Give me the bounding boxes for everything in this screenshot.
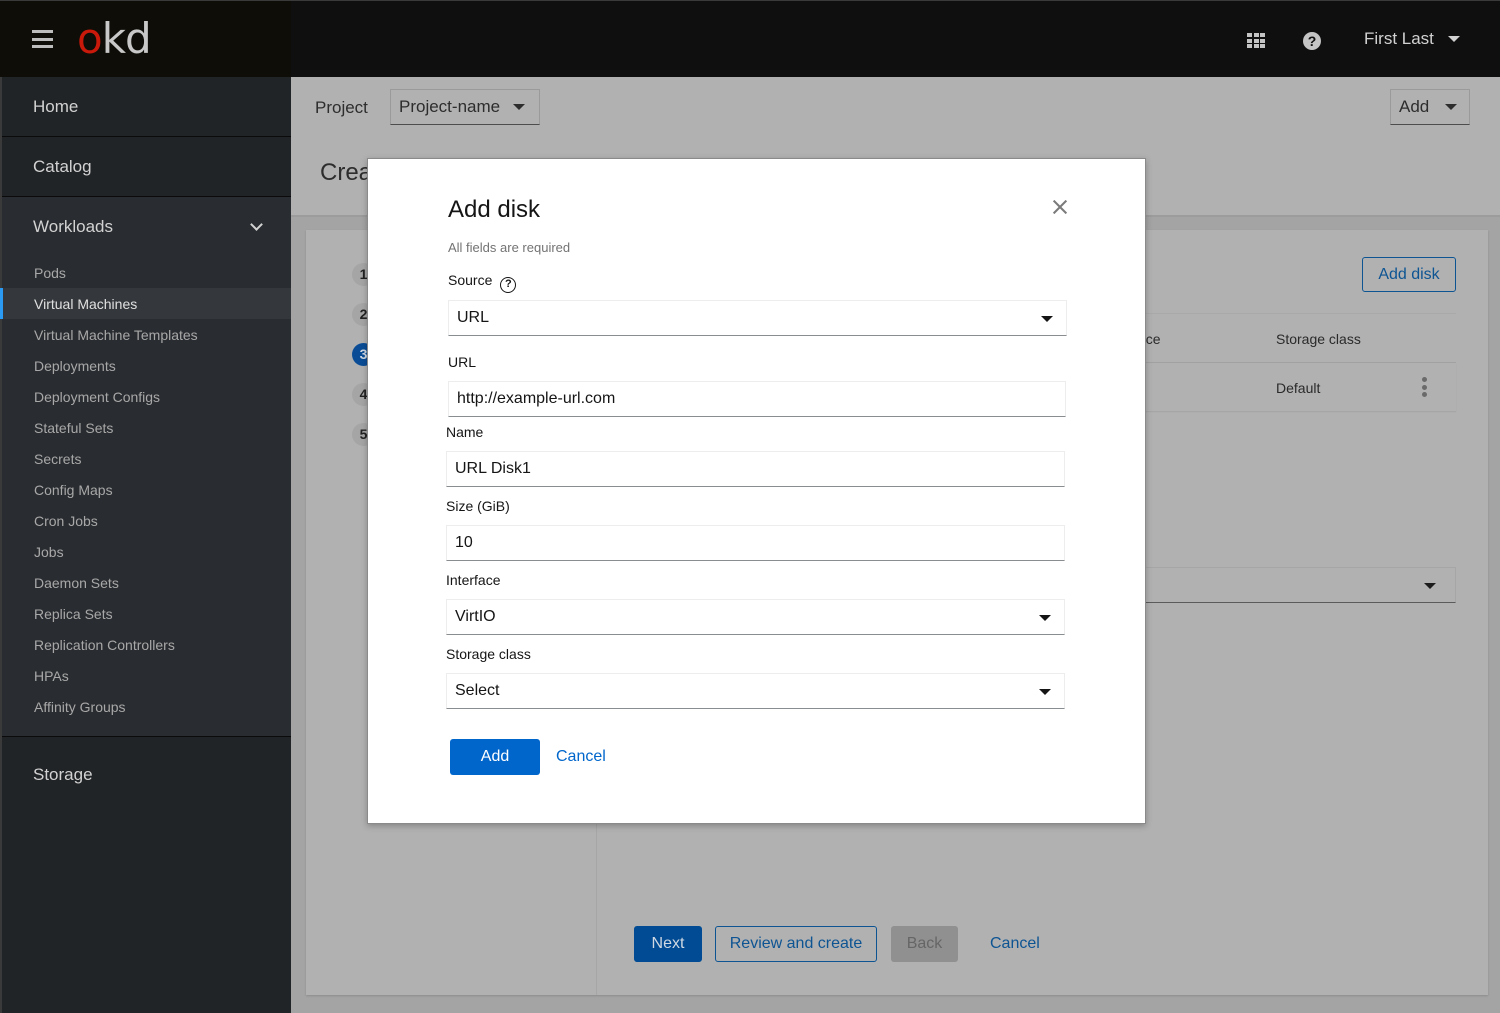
source-select-value: URL	[457, 309, 490, 326]
caret-down-icon	[1424, 583, 1436, 589]
storage-class-select[interactable]: Select	[446, 673, 1065, 709]
sidebar-item-label: Stateful Sets	[34, 419, 114, 436]
sidebar-item-catalog[interactable]: Catalog	[2, 137, 291, 197]
sidebar-item-virtual-machine-templates[interactable]: Virtual Machine Templates	[0, 319, 291, 350]
caret-down-icon	[1039, 689, 1051, 695]
required-fields-note: All fields are required	[448, 240, 571, 255]
sidebar-item-label: Deployments	[34, 357, 116, 374]
sidebar-item-label: Config Maps	[34, 481, 113, 498]
page-title: Crea	[320, 159, 373, 186]
sidebar-item-label: Daemon Sets	[34, 574, 119, 591]
sidebar-item-jobs[interactable]: Jobs	[0, 536, 291, 567]
background-select-dropdown[interactable]	[1138, 567, 1456, 603]
interface-select-value: VirtIO	[455, 608, 496, 625]
sidebar-item-secrets[interactable]: Secrets	[0, 443, 291, 474]
project-label: Project	[315, 98, 368, 117]
sidebar-item-affinity-groups[interactable]: Affinity Groups	[0, 691, 291, 722]
sidebar-item-label: Catalog	[33, 156, 92, 176]
storage-class-select-value: Select	[455, 682, 500, 699]
name-label: Name	[446, 424, 484, 440]
sidebar-item-workloads[interactable]: Workloads	[2, 197, 291, 257]
sidebar-item-pods[interactable]: Pods	[0, 257, 291, 288]
workloads-submenu: Pods Virtual Machines Virtual Machine Temp…	[0, 257, 291, 722]
sidebar-item-label: Jobs	[34, 543, 64, 560]
size-label: Size (GiB)	[446, 498, 510, 514]
sidebar-item-label: Workloads	[33, 217, 113, 236]
user-menu[interactable]: First Last	[1364, 29, 1460, 49]
url-input[interactable]	[448, 381, 1066, 417]
sidebar-item-label: Replication Controllers	[34, 636, 175, 653]
sidebar-item-daemon-sets[interactable]: Daemon Sets	[0, 567, 291, 598]
source-label: Source?	[448, 272, 517, 293]
table-row: Default	[1138, 363, 1456, 411]
sidebar-item-deployment-configs[interactable]: Deployment Configs	[0, 381, 291, 412]
sidebar-item-label: Home	[33, 96, 79, 116]
table-header: ace Storage class	[1138, 313, 1456, 363]
help-icon[interactable]: ?	[1303, 32, 1321, 50]
column-header-storage-class: Storage class	[1276, 331, 1361, 347]
close-icon[interactable]	[1052, 199, 1068, 215]
sidebar-item-home[interactable]: Home	[2, 77, 291, 137]
disks-table: ace Storage class Default	[1138, 313, 1456, 413]
caret-down-icon	[1447, 36, 1460, 42]
sidebar-item-label: Secrets	[34, 450, 82, 467]
caret-down-icon	[1041, 316, 1053, 322]
interface-select[interactable]: VirtIO	[446, 599, 1065, 635]
next-button[interactable]: Next	[634, 926, 702, 962]
storage-class-label: Storage class	[446, 646, 531, 662]
sidebar-item-config-maps[interactable]: Config Maps	[0, 474, 291, 505]
sidebar-item-deployments[interactable]: Deployments	[0, 350, 291, 381]
sidebar-item-label: Replica Sets	[34, 605, 113, 622]
chevron-down-icon	[250, 217, 263, 231]
sidebar-item-cron-jobs[interactable]: Cron Jobs	[0, 505, 291, 536]
sidebar-item-replication-controllers[interactable]: Replication Controllers	[0, 629, 291, 660]
sidebar-item-label: Cron Jobs	[34, 512, 98, 529]
hamburger-icon[interactable]	[32, 30, 53, 48]
sidebar-item-label: Virtual Machines	[34, 295, 138, 312]
brand-area: okd	[0, 1, 291, 77]
size-input[interactable]	[446, 525, 1065, 561]
sidebar-item-label: Virtual Machine Templates	[34, 326, 198, 343]
project-dropdown-value: Project-name	[399, 97, 501, 116]
add-disk-modal: Add disk All fields are required Source?…	[367, 158, 1146, 824]
source-select[interactable]: URL	[448, 300, 1067, 336]
back-button: Back	[891, 926, 958, 962]
kebab-menu-icon[interactable]	[1422, 377, 1428, 397]
modal-title: Add disk	[448, 196, 541, 223]
cancel-button[interactable]: Cancel	[556, 739, 606, 775]
sidebar-item-stateful-sets[interactable]: Stateful Sets	[0, 412, 291, 443]
name-input[interactable]	[446, 451, 1065, 487]
project-dropdown[interactable]: Project-name	[390, 89, 540, 125]
interface-label: Interface	[446, 572, 501, 588]
sidebar-item-label: Pods	[34, 264, 66, 281]
sidebar-item-storage[interactable]: Storage	[2, 737, 291, 812]
review-and-create-button[interactable]: Review and create	[715, 926, 877, 962]
add-dropdown[interactable]: Add	[1390, 89, 1470, 125]
help-circle-icon[interactable]: ?	[500, 277, 517, 293]
app-launcher-grid-icon[interactable]	[1247, 33, 1265, 48]
okd-logo[interactable]: okd	[77, 15, 152, 63]
caret-down-icon	[1039, 615, 1051, 621]
user-name: First Last	[1364, 29, 1434, 48]
sidebar-item-virtual-machines[interactable]: Virtual Machines	[0, 288, 291, 319]
caret-down-icon	[513, 104, 525, 110]
source-label-text: Source	[448, 272, 493, 288]
sidebar-item-label: Storage	[33, 764, 93, 784]
sidebar-item-hpas[interactable]: HPAs	[0, 660, 291, 691]
sidebar-item-label: HPAs	[34, 667, 69, 684]
add-disk-button[interactable]: Add disk	[1362, 257, 1456, 292]
add-button[interactable]: Add	[450, 739, 540, 775]
sidebar-item-label: Affinity Groups	[34, 698, 126, 715]
add-dropdown-label: Add	[1399, 97, 1430, 116]
cell-storage-class: Default	[1276, 380, 1321, 396]
url-label: URL	[448, 354, 477, 370]
sidebar-item-replica-sets[interactable]: Replica Sets	[0, 598, 291, 629]
caret-down-icon	[1445, 104, 1457, 110]
wizard-cancel-link[interactable]: Cancel	[990, 926, 1040, 962]
masthead: okd ? First Last	[0, 0, 1500, 77]
sidebar-section-workloads: Workloads Pods Virtual Machines Virtual Ma…	[0, 197, 291, 737]
sidebar-item-label: Deployment Configs	[34, 388, 161, 405]
sidebar: Home Catalog Workloads Pods Virtual Machi…	[0, 77, 291, 1013]
